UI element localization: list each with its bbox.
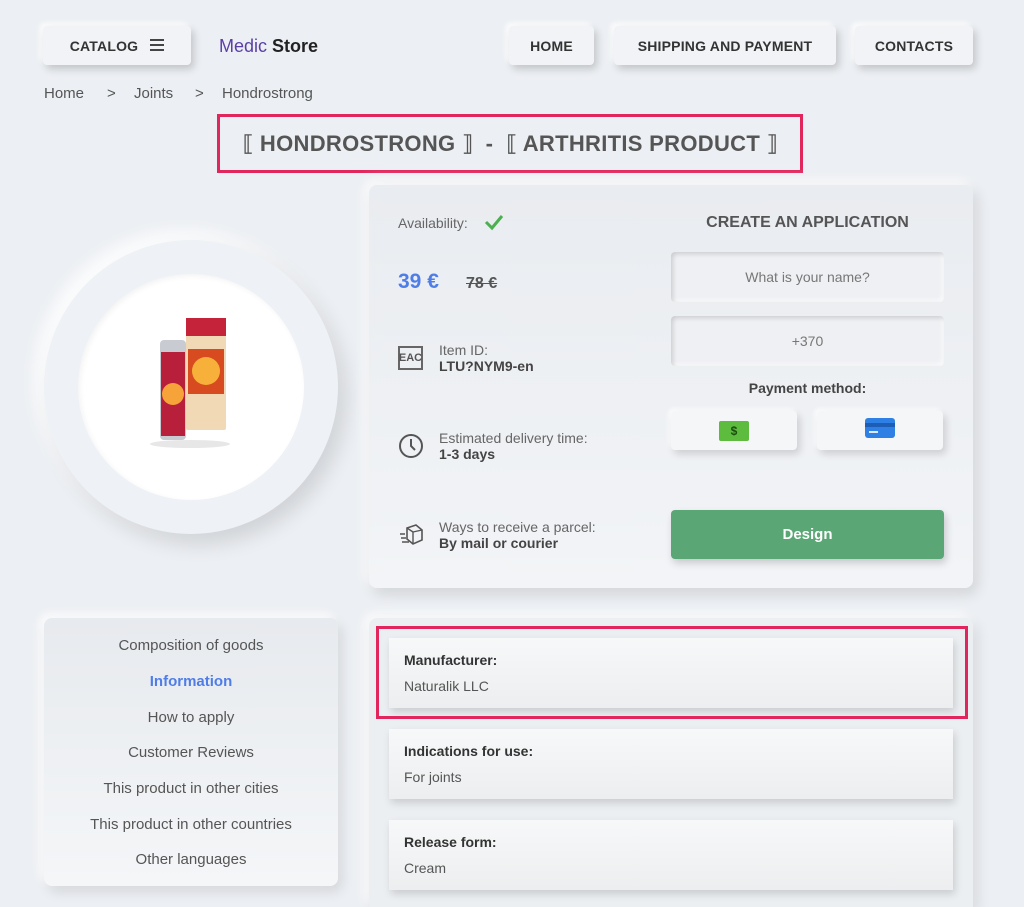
tab-other-languages[interactable]: Other languages (44, 851, 338, 868)
site-logo[interactable]: Medic Store (219, 36, 318, 57)
parcel-label: Ways to receive a parcel: (439, 519, 596, 535)
catalog-button[interactable]: CATALOG (43, 26, 191, 65)
design-button[interactable]: Design (671, 510, 944, 559)
nav-shipping[interactable]: SHIPPING AND PAYMENT (614, 26, 836, 65)
catalog-label: CATALOG (69, 37, 139, 54)
eac-mark: EAC (398, 352, 423, 364)
breadcrumb-home[interactable]: Home (44, 85, 107, 102)
highlight-frame (376, 626, 968, 719)
nav-contacts[interactable]: CONTACTS (855, 26, 973, 65)
price-new: 39 € (398, 270, 439, 293)
tab-other-countries[interactable]: This product in other countries (44, 816, 338, 833)
delivery-value: 1-3 days (439, 446, 496, 462)
item-id-label: Item ID: (439, 342, 489, 358)
breadcrumb-separator: > (107, 85, 116, 102)
info-value: For joints (404, 769, 462, 785)
availability-label: Availability: (398, 215, 468, 231)
pay-card-button[interactable] (817, 411, 943, 450)
breadcrumb: Home > Joints > Hondrostrong (44, 85, 313, 102)
clock-icon (398, 433, 424, 464)
card-icon (865, 418, 895, 443)
info-value: Cream (404, 860, 447, 876)
page-title-text: ⟦ HONDROSTRONG ⟧ - ⟦ ARTHRITIS PRODUCT ⟧ (242, 130, 778, 156)
pay-cash-button[interactable]: $ (671, 411, 797, 450)
info-card-indications: Indications for use: For joints (389, 729, 953, 799)
product-box-icon (150, 318, 230, 448)
eac-icon: EAC (398, 346, 423, 370)
breadcrumb-joints[interactable]: Joints (134, 85, 195, 102)
info-tabs: Composition of goods Information How to … (44, 618, 338, 886)
form-title: CREATE AN APPLICATION (706, 214, 909, 231)
cash-icon-symbol: $ (730, 423, 738, 438)
item-id-value: LTU?NYM9-en (439, 358, 534, 374)
phone-input[interactable] (671, 316, 944, 366)
parcel-icon (398, 522, 424, 553)
logo-part-b: Store (272, 36, 319, 56)
nav-home[interactable]: HOME (509, 26, 594, 65)
parcel-value: By mail or courier (439, 535, 559, 551)
info-key: Release form: (404, 834, 497, 850)
menu-icon (150, 38, 165, 54)
tab-how-to-apply[interactable]: How to apply (44, 709, 338, 726)
page-title: ⟦ HONDROSTRONG ⟧ - ⟦ ARTHRITIS PRODUCT ⟧ (217, 114, 803, 173)
product-image (78, 274, 304, 500)
tab-other-cities[interactable]: This product in other cities (44, 780, 338, 797)
price-old: 78 € (466, 275, 498, 292)
logo-part-a: Medic (219, 36, 268, 56)
breadcrumb-current: Hondrostrong (222, 85, 313, 102)
payment-label: Payment method: (748, 380, 867, 396)
name-input[interactable] (671, 252, 944, 302)
info-key: Indications for use: (404, 743, 534, 759)
cash-icon: $ (719, 420, 749, 441)
info-card-release-form: Release form: Cream (389, 820, 953, 890)
delivery-label: Estimated delivery time: (439, 430, 588, 446)
check-icon (484, 213, 504, 236)
breadcrumb-separator: > (195, 85, 204, 102)
tab-information[interactable]: Information (44, 673, 338, 690)
tab-composition[interactable]: Composition of goods (44, 637, 338, 654)
tab-customer-reviews[interactable]: Customer Reviews (44, 744, 338, 761)
